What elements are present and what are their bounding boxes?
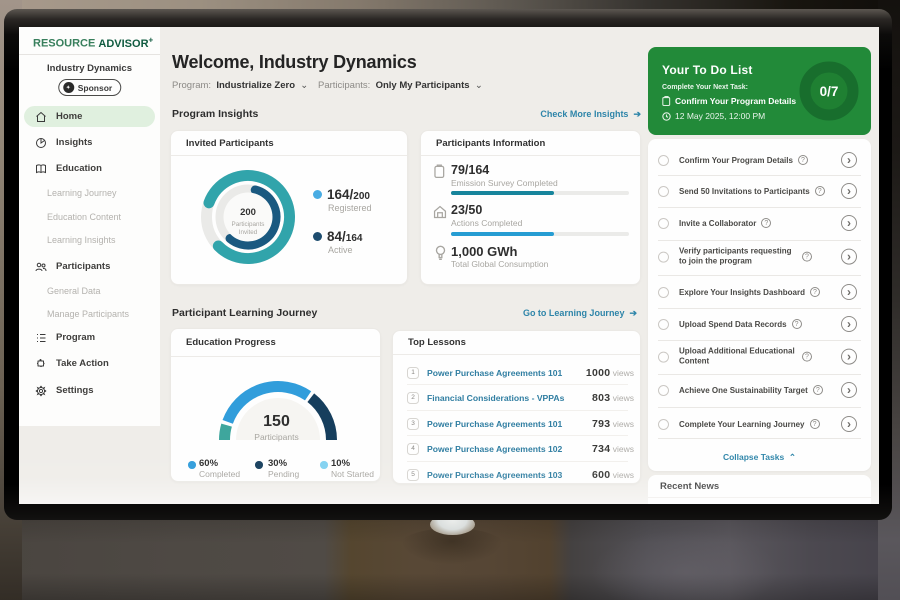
- svg-text:Participants: Participants: [232, 221, 265, 228]
- svg-text:200: 200: [240, 207, 256, 218]
- svg-text:Invited: Invited: [239, 229, 258, 236]
- svg-text:0/7: 0/7: [820, 84, 839, 99]
